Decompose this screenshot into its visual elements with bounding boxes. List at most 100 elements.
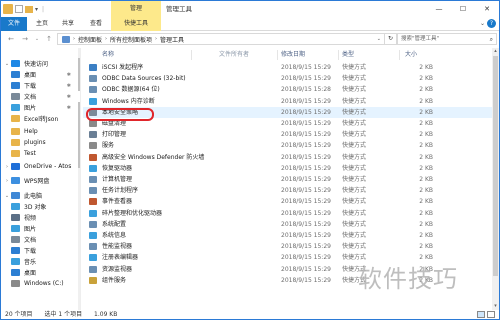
minimize-button[interactable]: —	[427, 1, 451, 17]
context-tab-manage[interactable]: 管理	[111, 1, 161, 17]
list-scroll-thumb[interactable]	[493, 56, 498, 276]
file-row[interactable]: ODBC 数据源(64 位) 2018/9/15 15:28 快捷方式 2 KB	[83, 84, 493, 95]
nav-item[interactable]: ⌄ 此电脑	[1, 190, 80, 201]
nav-item[interactable]: 图片	[1, 223, 80, 234]
file-size: 2 KB	[419, 232, 433, 239]
qat-separator: |	[42, 5, 45, 13]
file-row[interactable]: 系统配置 2018/9/15 15:29 快捷方式 2 KB	[83, 219, 493, 230]
nav-item-label: 文档	[24, 237, 37, 244]
file-row[interactable]: 系统信息 2018/9/15 15:29 快捷方式 2 KB	[83, 230, 493, 241]
breadcrumb-all-items[interactable]: 所有控制面板项	[110, 35, 152, 44]
tab-view[interactable]: 查看	[85, 17, 107, 31]
file-type: 快捷方式	[342, 209, 367, 217]
nav-item[interactable]: 文档 ✱	[1, 91, 80, 102]
3d-objects-icon	[11, 203, 20, 210]
file-row[interactable]: 计算机管理 2018/9/15 15:29 快捷方式 2 KB	[83, 174, 493, 185]
tab-file[interactable]: 文件	[1, 17, 27, 31]
tab-home[interactable]: 主页	[31, 17, 53, 31]
properties-icon[interactable]	[15, 5, 23, 13]
collapse-chevron-icon[interactable]: ›	[3, 178, 11, 184]
nav-item[interactable]: plugins	[1, 137, 80, 148]
file-row[interactable]: 性能监视器 2018/9/15 15:29 快捷方式 2 KB	[83, 241, 493, 252]
shortcut-icon	[89, 198, 97, 206]
up-button[interactable]: ↑	[43, 33, 55, 45]
column-name[interactable]: 名称	[102, 50, 114, 60]
details-view-icon[interactable]	[477, 311, 485, 318]
file-size: 2 KB	[419, 75, 433, 83]
expand-chevron-icon[interactable]: ⌄	[3, 61, 11, 67]
file-row[interactable]: Windows 内存诊断 2018/9/15 15:29 快捷方式 2 KB	[83, 96, 493, 107]
nav-item[interactable]: › OneDrive - Atos	[1, 161, 80, 172]
nav-item[interactable]: 视频	[1, 212, 80, 223]
column-owner[interactable]: 文件所有者	[219, 50, 249, 60]
desktop-icon	[11, 71, 20, 78]
file-row[interactable]: 碎片整理和优化驱动器 2018/9/15 15:29 快捷方式 2 KB	[83, 208, 493, 219]
file-row[interactable]: ODBC Data Sources (32-bit) 2018/9/15 15:2…	[83, 73, 493, 84]
drive-icon	[11, 280, 20, 287]
back-button[interactable]: ←	[5, 33, 17, 45]
large-icons-view-icon[interactable]	[487, 311, 495, 318]
nav-item[interactable]: 下载 ✱	[1, 80, 80, 91]
refresh-button[interactable]: ↻	[385, 33, 397, 45]
file-row[interactable]: 高级安全 Windows Defender 防火墙 2018/9/15 15:29…	[83, 152, 493, 163]
qat-dropdown-icon[interactable]: ▾	[35, 6, 38, 13]
breadcrumb-control-panel[interactable]: 控制面板	[78, 35, 102, 44]
file-row[interactable]: 服务 2018/9/15 15:29 快捷方式 2 KB	[83, 140, 493, 151]
nav-item-label: Excel转Json	[24, 116, 59, 123]
nav-item[interactable]: Test	[1, 148, 80, 159]
file-row[interactable]: 恢复驱动器 2018/9/15 15:29 快捷方式 2 KB	[83, 163, 493, 174]
navigation-pane[interactable]: ⌄ 快速访问 桌面 ✱ 下载 ✱ 文档 ✱ 图片 ✱ Excel转Json Help plugins Te…	[1, 48, 81, 310]
nav-item-label: 图片	[24, 105, 37, 112]
address-dropdown-icon[interactable]: ⌄	[377, 36, 381, 42]
file-row[interactable]: 事件查看器 2018/9/15 15:29 快捷方式 2 KB	[83, 196, 493, 207]
file-type: 快捷方式	[342, 198, 367, 206]
file-row[interactable]: 打印管理 2018/9/15 15:29 快捷方式 2 KB	[83, 129, 493, 140]
nav-item[interactable]: ⌄ 快速访问	[1, 58, 80, 69]
folder-icon	[11, 128, 20, 135]
nav-item[interactable]: Windows (C:)	[1, 278, 80, 289]
search-input[interactable]: 搜索"管理工具" ⌕	[397, 33, 497, 45]
file-name: 系统配置	[102, 220, 127, 228]
nav-item-label: 桌面	[24, 72, 37, 79]
expand-ribbon-icon[interactable]: ⌄	[480, 20, 485, 27]
maximize-button[interactable]: ☐	[451, 1, 475, 17]
nav-item[interactable]: 文档	[1, 234, 80, 245]
nav-item[interactable]: 音乐	[1, 256, 80, 267]
address-bar[interactable]: › 控制面板 › 所有控制面板项 › 管理工具 ⌄	[57, 33, 385, 45]
status-bar: 20 个项目 选中 1 个项目 1.09 KB	[1, 310, 499, 320]
close-button[interactable]: ✕	[475, 1, 499, 17]
nav-item[interactable]: 图片 ✱	[1, 102, 80, 113]
scroll-down-icon[interactable]: ▾	[492, 303, 499, 310]
tab-shortcut-tools[interactable]: 快捷工具	[111, 17, 161, 31]
file-row[interactable]: iSCSI 发起程序 2018/9/15 15:29 快捷方式 2 KB	[83, 62, 493, 73]
nav-item-label: 视频	[24, 215, 37, 222]
title-bar: ▾ | 管理 管理工具 — ☐ ✕	[1, 1, 499, 17]
nav-item[interactable]: 桌面 ✱	[1, 69, 80, 80]
cloud-icon	[11, 177, 20, 184]
nav-item[interactable]: Excel转Json	[1, 113, 80, 124]
tab-share[interactable]: 共享	[57, 17, 79, 31]
shortcut-icon	[89, 232, 97, 239]
column-date[interactable]: 修改日期	[281, 50, 305, 60]
breadcrumb-admin-tools[interactable]: 管理工具	[160, 35, 184, 44]
file-date: 2018/9/15 15:29	[281, 220, 331, 228]
recent-locations-icon[interactable]: ⌄	[31, 33, 43, 45]
file-row[interactable]: 任务计划程序 2018/9/15 15:29 快捷方式 2 KB	[83, 185, 493, 196]
column-size[interactable]: 大小	[405, 50, 417, 60]
address-toolbar: ← → ⌄ ↑ › 控制面板 › 所有控制面板项 › 管理工具 ⌄ ↻ 搜索"管…	[1, 32, 499, 46]
column-type[interactable]: 类型	[342, 50, 354, 60]
list-scrollbar[interactable]: ▴ ▾	[492, 48, 499, 310]
collapse-chevron-icon[interactable]: ›	[3, 164, 11, 170]
nav-item[interactable]: 下载	[1, 245, 80, 256]
help-icon[interactable]: ?	[487, 19, 496, 28]
nav-item[interactable]: › WPS网盘	[1, 175, 80, 186]
nav-item[interactable]: Help	[1, 126, 80, 137]
music-icon	[11, 258, 20, 265]
nav-item[interactable]: 桌面	[1, 267, 80, 278]
scroll-up-icon[interactable]: ▴	[492, 48, 499, 55]
new-folder-icon[interactable]	[25, 5, 33, 13]
expand-chevron-icon[interactable]: ⌄	[3, 193, 11, 199]
nav-item[interactable]: 3D 对象	[1, 201, 80, 212]
forward-button[interactable]: →	[19, 33, 31, 45]
file-size: 2 KB	[419, 187, 433, 195]
